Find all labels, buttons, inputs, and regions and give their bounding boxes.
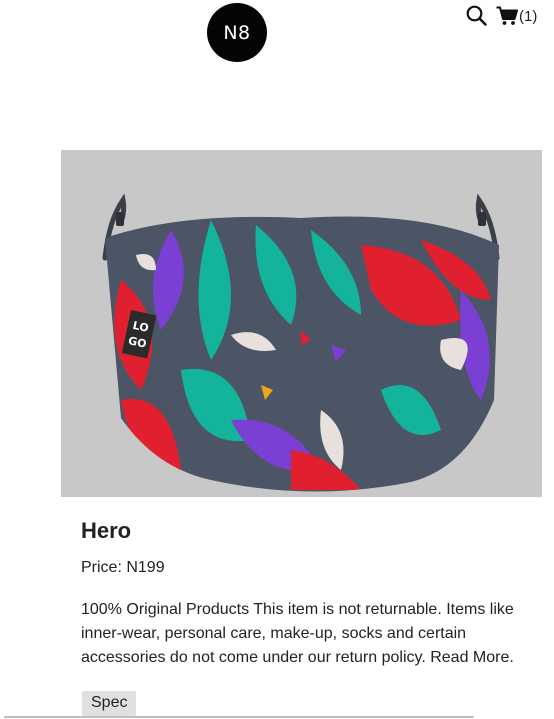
cart-icon <box>496 6 518 25</box>
product-image[interactable]: LO GO <box>61 150 542 497</box>
brand-logo-text: N8 <box>223 21 251 44</box>
product-description: 100% Original Products This item is not … <box>81 601 514 666</box>
face-mask-illustration: LO GO <box>61 150 542 497</box>
product-price: Price: N199 <box>81 559 165 576</box>
brand-logo[interactable]: N8 <box>207 3 267 62</box>
spec-button[interactable]: Spec <box>82 691 137 716</box>
cart-count: (1) <box>519 7 538 25</box>
search-icon[interactable] <box>466 5 487 26</box>
cart-button[interactable]: (1) <box>496 5 537 27</box>
product-name: Hero <box>81 518 132 543</box>
product-page: N8 (1) LO GO Hero Price: N199 100% Origi… <box>0 0 554 719</box>
horizontal-scrollbar[interactable] <box>4 716 474 718</box>
